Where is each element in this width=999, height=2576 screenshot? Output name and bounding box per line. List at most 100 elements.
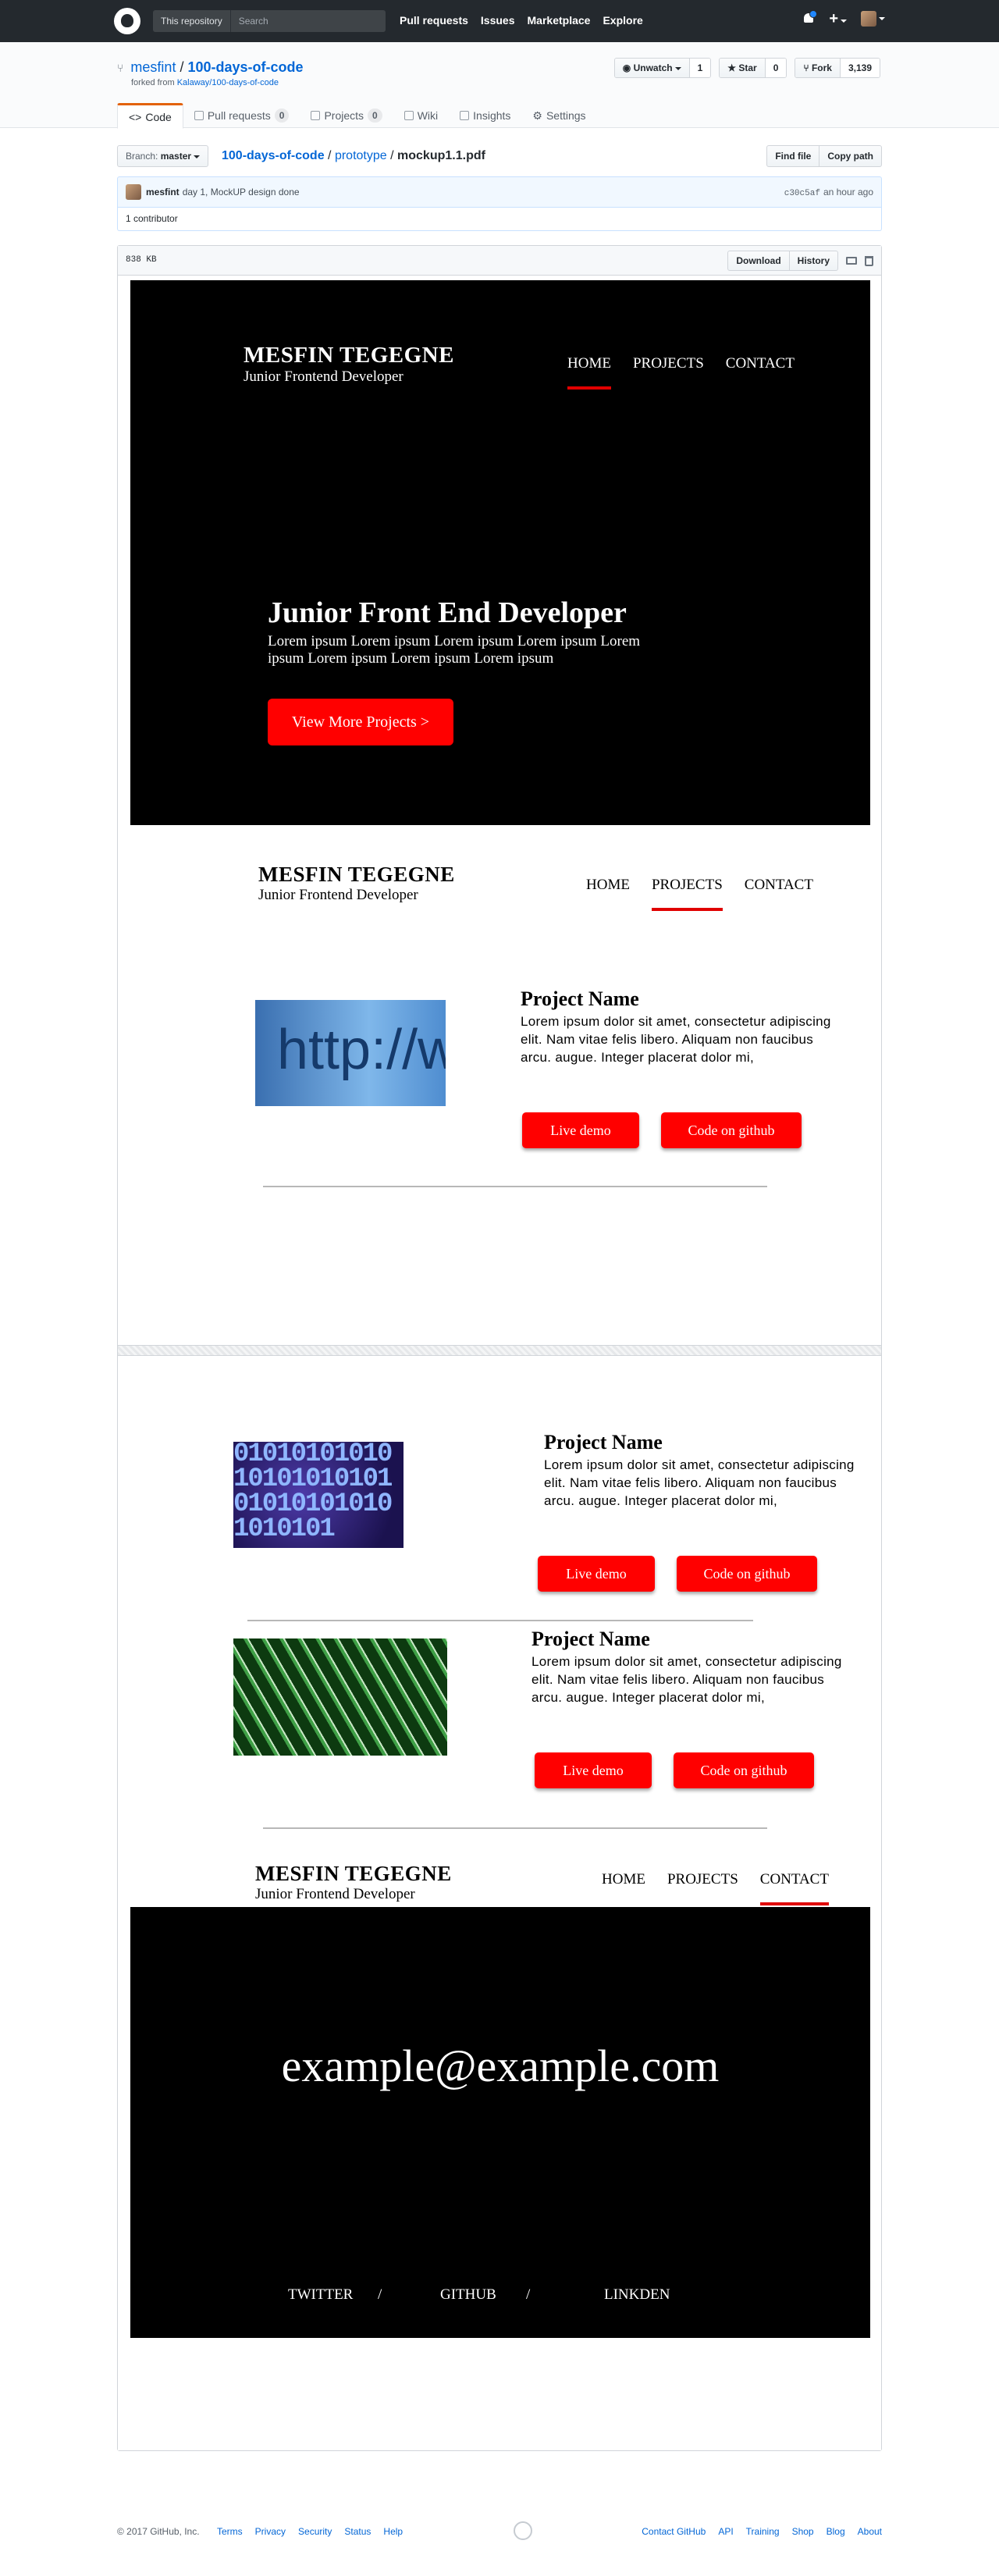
plus-icon: + bbox=[829, 10, 838, 27]
fork-group: ⑂ Fork 3,139 bbox=[795, 58, 880, 78]
find-file-button[interactable]: Find file bbox=[766, 145, 820, 167]
tab-code[interactable]: <> Code bbox=[117, 103, 183, 129]
footer-link-terms[interactable]: Terms bbox=[217, 2526, 243, 2537]
search-input[interactable] bbox=[230, 10, 386, 32]
chevron-down-icon bbox=[841, 19, 847, 23]
footer-link-help[interactable]: Help bbox=[383, 2526, 403, 2537]
tab-wiki[interactable]: Wiki bbox=[393, 103, 449, 128]
mockup-brand-role: Junior Frontend Developer bbox=[258, 887, 418, 903]
unwatch-button[interactable]: ◉ Unwatch bbox=[614, 59, 690, 77]
footer-link-about[interactable]: About bbox=[858, 2526, 882, 2537]
commit-sha-link[interactable]: c30c5af bbox=[784, 189, 820, 198]
fork-count[interactable]: 3,139 bbox=[840, 59, 880, 77]
tab-settings[interactable]: ⚙ Settings bbox=[521, 103, 596, 128]
contributors[interactable]: 1 contributor bbox=[117, 208, 882, 231]
chevron-down-icon bbox=[879, 17, 885, 20]
tab-code-label: Code bbox=[145, 110, 172, 123]
desktop-icon[interactable] bbox=[846, 257, 857, 265]
branch-name: master bbox=[160, 151, 192, 162]
tab-pull-requests[interactable]: Pull requests 0 bbox=[183, 103, 300, 128]
live-demo-button: Live demo bbox=[538, 1556, 655, 1592]
nav-marketplace[interactable]: Marketplace bbox=[528, 14, 591, 27]
projects-counter: 0 bbox=[368, 109, 382, 123]
file-viewer: 838 KB Download History MESFIN TEGEGNE J… bbox=[117, 245, 882, 2451]
breadcrumb-separator: / bbox=[390, 149, 394, 162]
tab-insights-label: Insights bbox=[473, 109, 511, 122]
breadcrumb-dir-link[interactable]: prototype bbox=[335, 149, 387, 162]
notifications-bell-icon[interactable] bbox=[802, 10, 818, 26]
divider bbox=[263, 1186, 767, 1187]
commit-message-link[interactable]: day 1, MockUP design done bbox=[183, 187, 300, 197]
breadcrumb-repo-link[interactable]: 100-days-of-code bbox=[222, 149, 325, 162]
project-image-circuit bbox=[233, 1638, 447, 1756]
top-nav: Pull requests Issues Marketplace Explore bbox=[400, 14, 643, 27]
footer-copyright: © 2017 GitHub, Inc. bbox=[117, 2526, 200, 2537]
mockup-nav-contact: CONTACT bbox=[744, 877, 813, 893]
footer-link-shop[interactable]: Shop bbox=[792, 2526, 814, 2537]
nav-issues[interactable]: Issues bbox=[481, 14, 515, 27]
star-group: ★ Star 0 bbox=[719, 58, 787, 78]
mockup-nav-projects: PROJECTS bbox=[632, 355, 704, 372]
mockup-nav-3: HOME PROJECTS CONTACT bbox=[602, 1871, 830, 1905]
tab-projects[interactable]: Projects 0 bbox=[300, 103, 393, 128]
fork-label: Fork bbox=[811, 62, 832, 73]
footer-link-training[interactable]: Training bbox=[746, 2526, 780, 2537]
mockup-brand: MESFIN TEGEGNE Junior Frontend Developer bbox=[244, 343, 454, 386]
commit-time: an hour ago bbox=[823, 186, 873, 197]
mockup-brand-role: Junior Frontend Developer bbox=[255, 1886, 415, 1902]
user-menu[interactable] bbox=[861, 11, 885, 27]
star-label: Star bbox=[738, 62, 757, 73]
copy-path-button[interactable]: Copy path bbox=[819, 145, 882, 167]
pdf-page-2: 0101010101010101010101010101010101010101… bbox=[118, 1356, 881, 2450]
divider bbox=[263, 1827, 767, 1829]
nav-pull-requests[interactable]: Pull requests bbox=[400, 14, 468, 27]
mockup-brand-2: MESFIN TEGEGNE Junior Frontend Developer bbox=[258, 863, 455, 904]
branch-select-button[interactable]: Branch: master bbox=[117, 145, 209, 167]
mockup-nav-home: HOME bbox=[586, 877, 630, 893]
footer-link-privacy[interactable]: Privacy bbox=[255, 2526, 286, 2537]
mockup-social-links: TWITTER / GITHUB / LINKDEN bbox=[288, 2286, 670, 2304]
graph-icon bbox=[460, 111, 470, 120]
project-title: Project Name bbox=[521, 987, 639, 1010]
footer-link-blog[interactable]: Blog bbox=[827, 2526, 845, 2537]
mockup-social-twitter: TWITTER bbox=[288, 2286, 354, 2303]
forked-from-link[interactable]: Kalaway/100-days-of-code bbox=[177, 78, 279, 87]
footer-link-api[interactable]: API bbox=[718, 2526, 733, 2537]
mockup-social-github: GITHUB bbox=[440, 2286, 496, 2303]
download-button[interactable]: Download bbox=[727, 251, 790, 271]
trash-icon[interactable] bbox=[865, 255, 873, 266]
repo-tabs: <> Code Pull requests 0 Projects 0 Wiki Ins… bbox=[117, 103, 597, 129]
mockup-brand-name: MESFIN TEGEGNE bbox=[258, 863, 455, 886]
code-on-github-button: Code on github bbox=[661, 1112, 802, 1148]
commit-author-link[interactable]: mesfint bbox=[146, 187, 180, 197]
mockup-nav: HOME PROJECTS CONTACT bbox=[567, 355, 795, 390]
create-new-menu[interactable]: + bbox=[829, 10, 847, 27]
repo-actions: ◉ Unwatch 1 ★ Star 0 ⑂ Fork 3,139 bbox=[613, 58, 880, 78]
tab-insights[interactable]: Insights bbox=[449, 103, 521, 128]
pull-request-icon bbox=[194, 111, 204, 120]
fork-button[interactable]: ⑂ Fork bbox=[795, 59, 841, 77]
watch-count[interactable]: 1 bbox=[689, 59, 711, 77]
footer-link-security[interactable]: Security bbox=[298, 2526, 332, 2537]
nav-explore[interactable]: Explore bbox=[603, 14, 642, 27]
file-button-group: Download History bbox=[727, 251, 838, 271]
code-on-github-button: Code on github bbox=[677, 1556, 817, 1592]
project-description: Lorem ipsum dolor sit amet, consectetur … bbox=[521, 1014, 831, 1065]
repo-name-link[interactable]: 100-days-of-code bbox=[188, 59, 304, 75]
mockup-brand-role: Junior Frontend Developer bbox=[244, 368, 404, 385]
history-button[interactable]: History bbox=[789, 251, 838, 271]
pull-requests-counter: 0 bbox=[274, 109, 290, 123]
mockup-social-separator: / bbox=[378, 2286, 382, 2303]
github-logo-icon[interactable] bbox=[114, 8, 140, 34]
mockup-nav-home: HOME bbox=[602, 1871, 645, 1888]
star-count[interactable]: 0 bbox=[765, 59, 787, 77]
project-description: Lorem ipsum dolor sit amet, consectetur … bbox=[531, 1654, 842, 1705]
avatar[interactable] bbox=[126, 184, 141, 200]
breadcrumb-separator: / bbox=[328, 149, 332, 162]
star-button[interactable]: ★ Star bbox=[720, 59, 766, 77]
repo-owner-link[interactable]: mesfint bbox=[130, 59, 176, 75]
footer-link-contact[interactable]: Contact GitHub bbox=[642, 2526, 706, 2537]
github-mark-icon[interactable] bbox=[514, 2521, 532, 2540]
mockup-email: example@example.com bbox=[281, 2041, 720, 2091]
footer-link-status[interactable]: Status bbox=[344, 2526, 371, 2537]
